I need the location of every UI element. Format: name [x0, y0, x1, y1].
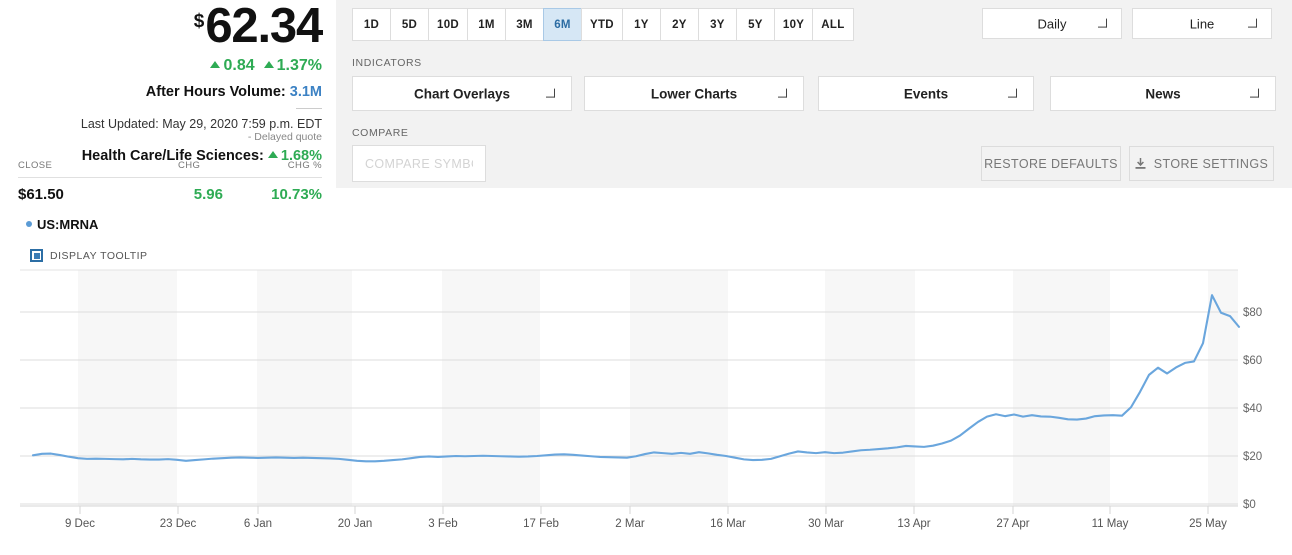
- charttype-select[interactable]: Line: [1132, 8, 1272, 39]
- svg-text:6 Jan: 6 Jan: [244, 518, 272, 530]
- chevron-down-icon: [1098, 18, 1107, 28]
- range-button-2y[interactable]: 2Y: [659, 8, 698, 41]
- range-button-5d[interactable]: 5D: [390, 8, 428, 41]
- stock-chart-page: $ 62.34 0.84 1.37% After Hours Volume: 3.…: [0, 0, 1292, 555]
- svg-text:11 May: 11 May: [1092, 518, 1129, 530]
- events-dropdown[interactable]: Events: [818, 76, 1034, 111]
- header-close: CLOSE: [18, 160, 53, 171]
- store-settings-button[interactable]: STORE SETTINGS: [1129, 146, 1274, 181]
- quote-table-row: $61.50 5.96 10.73%: [18, 186, 322, 208]
- compare-section-label: COMPARE: [352, 127, 409, 139]
- header-chg-pct: CHG %: [287, 160, 322, 171]
- compare-symbol-input[interactable]: [352, 145, 486, 182]
- price-value: 62.34: [205, 0, 323, 53]
- chart-controls-panel: 1D 5D 10D 1M 3M 6M YTD 1Y 2Y 3Y 5Y 10Y A…: [336, 0, 1292, 188]
- store-settings-label: STORE SETTINGS: [1153, 156, 1269, 171]
- delayed-quote-note: - Delayed quote: [247, 131, 322, 143]
- chart-legend: US:MRNA: [26, 217, 98, 232]
- svg-text:13 Apr: 13 Apr: [897, 518, 930, 530]
- up-arrow-icon: [263, 61, 274, 68]
- display-tooltip-label: DISPLAY TOOLTIP: [50, 249, 148, 262]
- svg-text:$80: $80: [1243, 307, 1262, 319]
- chart-overlays-dropdown[interactable]: Chart Overlays: [352, 76, 572, 111]
- restore-defaults-button[interactable]: RESTORE DEFAULTS: [981, 146, 1121, 181]
- range-button-1m[interactable]: 1M: [467, 8, 505, 41]
- svg-text:27 Apr: 27 Apr: [996, 518, 1029, 530]
- range-button-1y[interactable]: 1Y: [621, 8, 660, 41]
- checkbox-icon[interactable]: [30, 249, 43, 262]
- svg-text:$60: $60: [1243, 355, 1262, 367]
- display-tooltip-toggle[interactable]: DISPLAY TOOLTIP: [30, 249, 148, 262]
- after-hours-volume: After Hours Volume: 3.1M: [146, 84, 322, 100]
- change-absolute: 0.84: [223, 57, 255, 74]
- svg-text:17 Feb: 17 Feb: [523, 518, 559, 530]
- range-button-1d[interactable]: 1D: [352, 8, 390, 41]
- events-label: Events: [903, 86, 949, 101]
- price-chart-svg: $0 $20 $40 $60 $80 9 Dec 23 Dec 6 Jan 20 Jan 3 Fe…: [20, 269, 1262, 530]
- lower-charts-label: Lower Charts: [650, 86, 738, 101]
- range-button-5y[interactable]: 5Y: [735, 8, 774, 41]
- change-percent: 1.37%: [276, 57, 322, 74]
- quote-table-headers: CLOSE CHG CHG %: [18, 160, 322, 174]
- svg-text:23 Dec: 23 Dec: [160, 518, 197, 530]
- lower-charts-dropdown[interactable]: Lower Charts: [584, 76, 804, 111]
- svg-text:25 May: 25 May: [1189, 518, 1227, 530]
- range-button-10d[interactable]: 10D: [428, 8, 467, 41]
- table-divider: [18, 177, 322, 178]
- range-button-10y[interactable]: 10Y: [773, 8, 813, 41]
- quote-panel: $ 62.34 0.84 1.37% After Hours Volume: 3.…: [0, 0, 340, 210]
- svg-text:$20: $20: [1243, 451, 1262, 463]
- save-download-icon: [1135, 157, 1146, 170]
- svg-text:20 Jan: 20 Jan: [338, 518, 373, 530]
- value-chg: 5.96: [193, 186, 223, 203]
- after-hours-value: 3.1M: [289, 84, 322, 100]
- divider: [296, 108, 322, 109]
- chevron-down-icon: [778, 88, 787, 98]
- svg-text:2 Mar: 2 Mar: [615, 518, 645, 530]
- time-range-button-group: 1D 5D 10D 1M 3M 6M YTD 1Y 2Y 3Y 5Y 10Y A…: [352, 8, 854, 41]
- svg-text:30 Mar: 30 Mar: [808, 518, 844, 530]
- currency-symbol: $: [193, 11, 205, 32]
- range-button-all[interactable]: ALL: [812, 8, 854, 41]
- price-change: 0.84 1.37%: [210, 57, 322, 75]
- svg-text:$40: $40: [1243, 403, 1262, 415]
- news-dropdown[interactable]: News: [1050, 76, 1276, 111]
- indicators-section-label: INDICATORS: [352, 57, 422, 69]
- restore-defaults-label: RESTORE DEFAULTS: [984, 156, 1118, 171]
- value-chg-pct: 10.73%: [271, 186, 322, 203]
- svg-text:$0: $0: [1243, 499, 1256, 511]
- chevron-down-icon: [1250, 88, 1259, 98]
- range-button-3m[interactable]: 3M: [505, 8, 543, 41]
- after-hours-label: After Hours Volume:: [145, 84, 286, 100]
- range-button-ytd[interactable]: YTD: [581, 8, 622, 41]
- legend-symbol-label: US:MRNA: [37, 217, 99, 232]
- chevron-down-icon: [1008, 88, 1017, 98]
- up-arrow-icon: [267, 151, 278, 158]
- svg-text:9 Dec: 9 Dec: [65, 518, 95, 530]
- chart-overlays-label: Chart Overlays: [413, 86, 511, 101]
- frequency-select[interactable]: Daily: [982, 8, 1122, 39]
- chevron-down-icon: [1248, 18, 1257, 28]
- range-button-3y[interactable]: 3Y: [697, 8, 736, 41]
- current-price: $ 62.34: [193, 0, 323, 53]
- chevron-down-icon: [546, 88, 555, 98]
- range-button-6m[interactable]: 6M: [543, 8, 581, 41]
- price-chart[interactable]: $0 $20 $40 $60 $80 9 Dec 23 Dec 6 Jan 20 Jan 3 Fe…: [0, 266, 1292, 555]
- header-chg: CHG: [178, 160, 201, 171]
- news-label: News: [1145, 86, 1181, 101]
- svg-text:3 Feb: 3 Feb: [428, 518, 457, 530]
- legend-color-dot: [26, 221, 32, 227]
- svg-text:16 Mar: 16 Mar: [710, 518, 746, 530]
- value-close: $61.50: [18, 186, 64, 203]
- up-arrow-icon: [210, 61, 221, 68]
- last-updated-text: Last Updated: May 29, 2020 7:59 p.m. EDT: [80, 117, 322, 131]
